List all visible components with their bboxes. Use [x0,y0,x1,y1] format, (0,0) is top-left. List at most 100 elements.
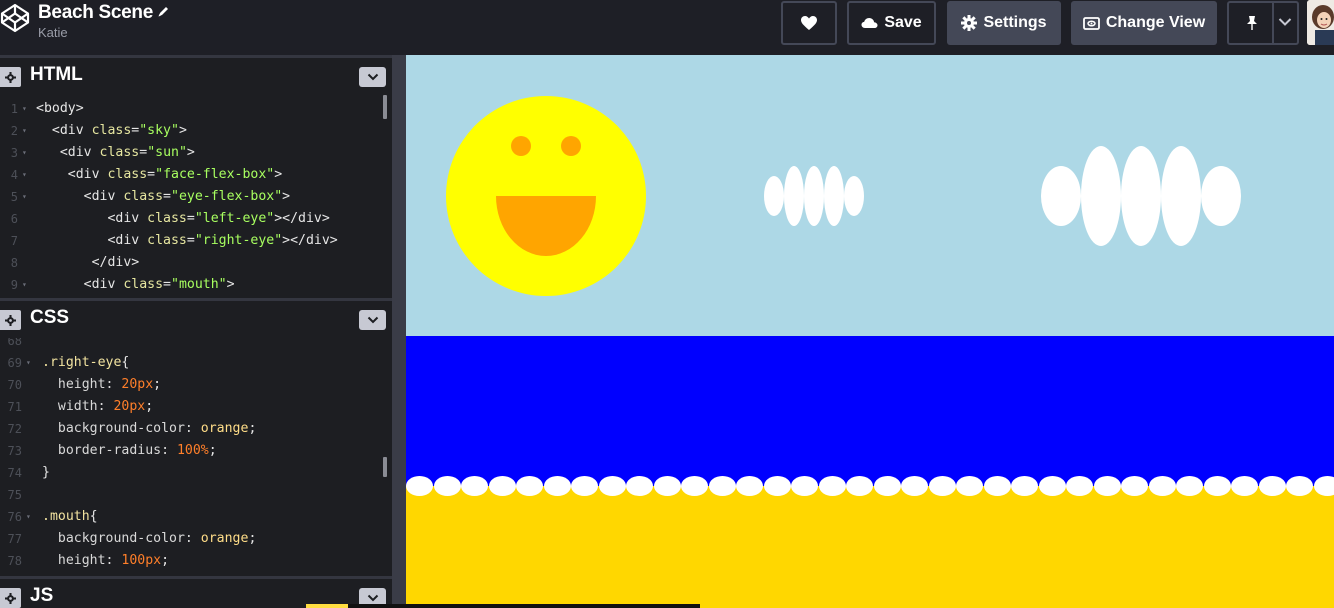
line-number: 5 [10,190,18,204]
editor-panel: HTML 1 ▾ <body> 2 ▾ <div class="sky"> 3 ▾ <div… [0,55,392,608]
fold-arrow-icon[interactable]: ▾ [22,120,27,142]
code-text: <div class="face-flex-box"> [36,167,283,182]
foam-bubble [983,476,1011,496]
change-view-button-label: Change View [1105,14,1206,31]
code-line[interactable]: 77 background-color: orange; [0,528,380,550]
cloud-puff [1161,146,1201,246]
foam-bubble [653,476,681,496]
fold-arrow-icon[interactable]: ▾ [22,142,27,164]
resize-handle[interactable] [392,55,406,608]
css-code-editor[interactable]: 68 69 ▾ .right-eye{70 height: 20px; 71 width… [0,338,392,576]
code-line[interactable]: 76 ▾ .mouth{ [0,506,380,528]
code-line[interactable]: 78 height: 100px; [0,550,380,572]
foam-bubble [1148,476,1176,496]
code-line[interactable]: 9 ▾ <div class="mouth"> [0,274,380,296]
fold-arrow-icon[interactable]: ▾ [22,98,27,120]
code-line[interactable]: 2 ▾ <div class="sky"> [0,120,380,142]
foam-bubble [406,476,433,496]
codepen-logo-icon[interactable] [0,3,30,33]
chevron-down-icon[interactable] [1278,14,1292,32]
js-settings-gear-icon[interactable] [0,588,21,608]
html-pane-header: HTML [0,55,392,95]
save-button[interactable]: Save [847,1,936,45]
code-text: border-radius: 100%; [42,443,217,458]
foam-bubble [1176,476,1203,496]
pen-title-block: Beach Scene Katie [38,2,170,40]
line-number: 4 [10,168,18,182]
code-line[interactable]: 73 border-radius: 100%; [0,440,380,462]
code-line[interactable]: 4 ▾ <div class="face-flex-box"> [0,164,380,186]
html-scrollbar[interactable] [383,95,387,119]
edit-pencil-icon[interactable] [157,2,170,17]
fold-arrow-icon[interactable]: ▾ [22,274,27,296]
line-number: 6 [10,212,18,226]
foam-bubble [763,476,791,496]
foam-bubble [901,476,928,496]
css-settings-gear-icon[interactable] [0,310,21,330]
code-line[interactable]: 69 ▾ .right-eye{ [0,352,380,374]
code-line[interactable]: 74} [0,462,380,484]
foam-bubble [956,476,983,496]
foam-bubble [1313,476,1334,496]
code-line[interactable]: 7 <div class="right-eye"></div> [0,230,380,252]
line-number: 71 [7,400,22,414]
fold-arrow-icon[interactable]: ▾ [22,186,27,208]
code-text: <div class="right-eye"></div> [36,233,338,248]
line-number: 70 [7,378,22,392]
foam-bubble [626,476,653,496]
code-text: </div> [36,255,140,270]
foam-bubble [1093,476,1121,496]
result-preview [406,55,1334,608]
like-button[interactable] [781,1,837,45]
code-line[interactable]: 6 <div class="left-eye"></div> [0,208,380,230]
code-line[interactable]: 70 height: 20px; [0,374,380,396]
foam-bubble [488,476,516,496]
code-text: <div class="eye-flex-box"> [36,189,291,204]
foam-bubble [1258,476,1286,496]
css-scrollbar[interactable] [383,457,387,477]
foam-bubble [1286,476,1313,496]
user-avatar[interactable] [1307,0,1334,45]
fold-arrow-icon[interactable]: ▾ [26,506,31,528]
code-text: height: 100px; [42,553,170,568]
line-number: 3 [10,146,18,160]
line-number: 69 [7,356,22,370]
pin-icon [1247,16,1257,30]
html-settings-gear-icon[interactable] [0,67,21,87]
heart-icon [801,16,817,30]
html-collapse-chevron-icon[interactable] [359,67,386,87]
console-tray-tab[interactable] [306,604,348,608]
change-view-button[interactable]: Change View [1071,1,1217,45]
html-code-editor[interactable]: 1 ▾ <body> 2 ▾ <div class="sky"> 3 ▾ <div clas… [0,95,392,296]
fold-arrow-icon[interactable]: ▾ [26,352,31,374]
code-line[interactable]: 5 ▾ <div class="eye-flex-box"> [0,186,380,208]
code-line[interactable]: 8 </div> [0,252,380,274]
foam-bubble [1203,476,1231,496]
pen-title[interactable]: Beach Scene [38,2,170,24]
foam-bubble [1038,476,1066,496]
cloud-puff [1201,166,1241,226]
console-tray[interactable] [306,604,700,608]
code-text: <div class="sun"> [36,145,195,160]
foam-bubble [873,476,901,496]
fold-arrow-icon[interactable]: ▾ [22,164,27,186]
css-collapse-chevron-icon[interactable] [359,310,386,330]
author-name[interactable]: Katie [38,25,170,40]
code-line[interactable]: 1 ▾ <body> [0,98,380,120]
pin-button-separator [1272,3,1274,43]
code-text: <div class="mouth"> [36,277,235,292]
code-line[interactable]: 71 width: 20px; [0,396,380,418]
settings-button[interactable]: Settings [947,1,1061,45]
layout-view-icon [1082,16,1100,30]
code-line[interactable]: 68 [0,338,380,352]
sun [446,96,646,296]
code-line[interactable]: 72 background-color: orange; [0,418,380,440]
code-line[interactable]: 3 ▾ <div class="sun"> [0,142,380,164]
cloud-icon [861,18,878,28]
html-pane-title: HTML [30,64,83,85]
code-line[interactable]: 75 [0,484,380,506]
line-number: 72 [7,422,22,436]
foam-bubble [736,476,763,496]
foam-bubble [516,476,543,496]
foam-bubble [433,476,461,496]
